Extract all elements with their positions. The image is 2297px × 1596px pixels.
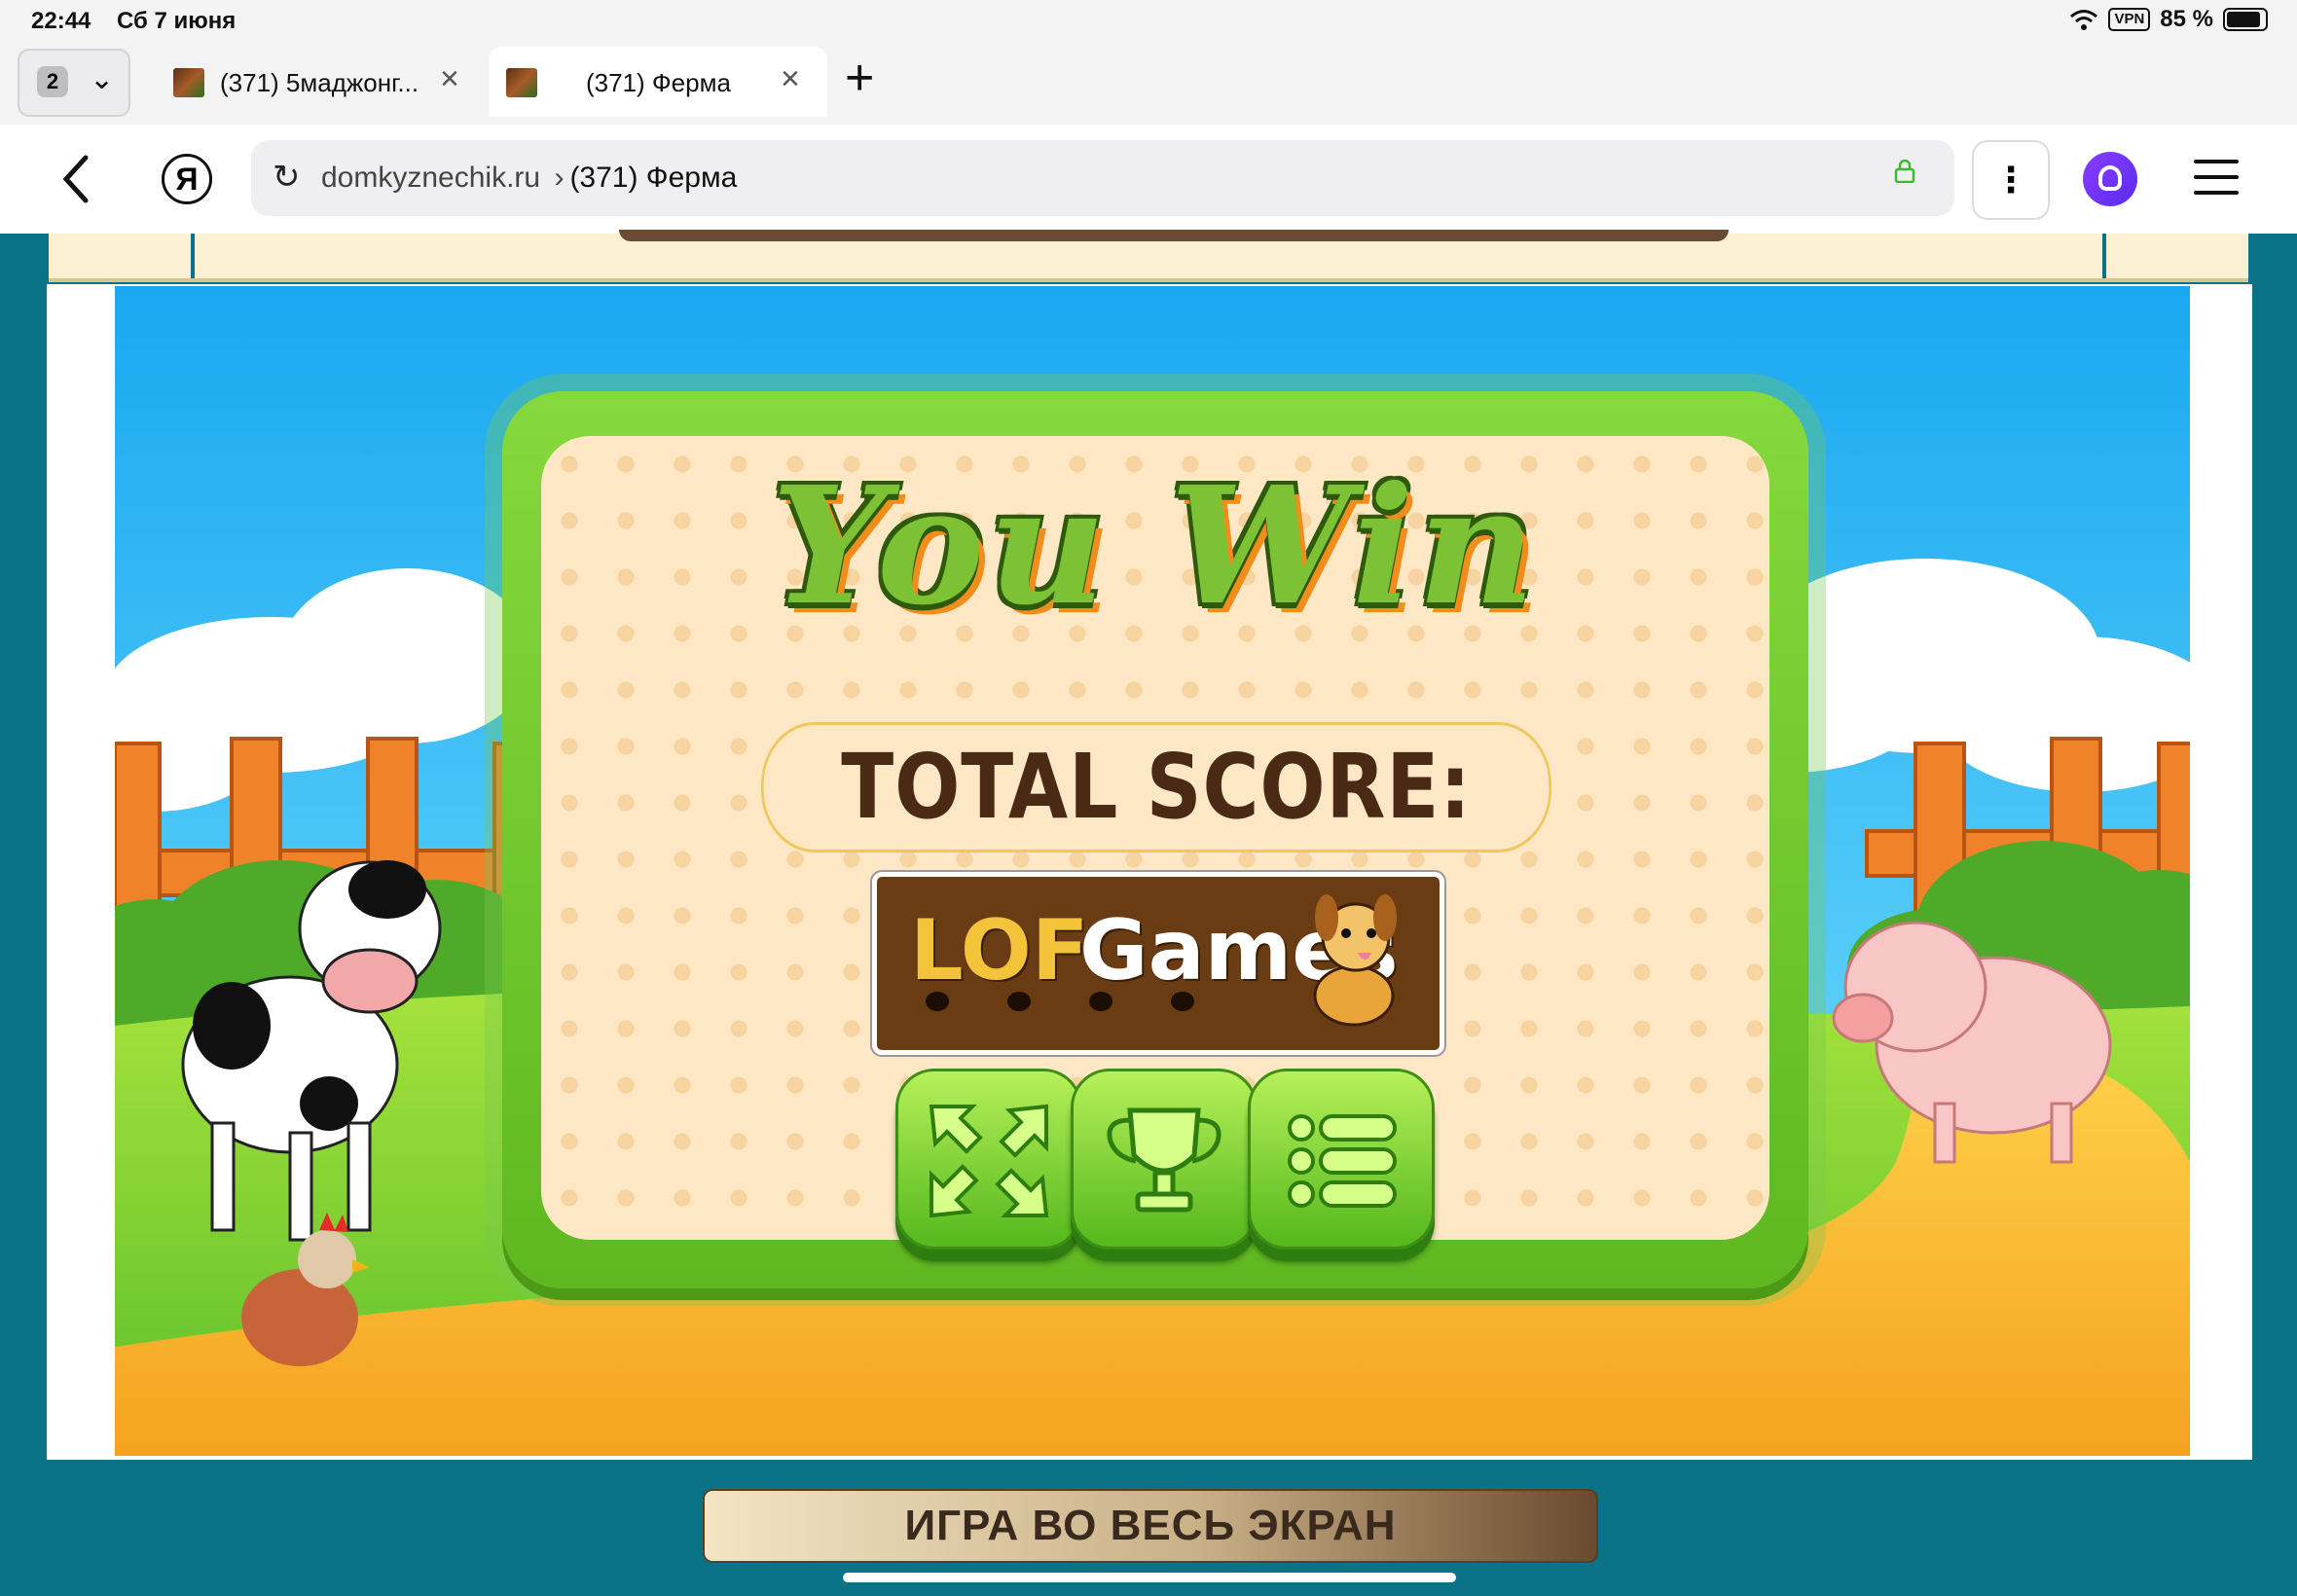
new-tab-icon[interactable]: + xyxy=(845,49,874,107)
list-menu-icon xyxy=(1288,1114,1397,1208)
total-score: TOTAL SCORE: 49650 xyxy=(761,722,1551,963)
url-host: domkyznechik.ru xyxy=(321,162,541,194)
strip-divider xyxy=(191,234,195,278)
score-label: TOTAL SCORE: xyxy=(841,735,1472,839)
status-bar: 22:44 Сб 7 июня VPN 85 % xyxy=(0,0,2297,45)
fullscreen-arrows-icon xyxy=(929,1104,1049,1218)
home-indicator[interactable] xyxy=(843,1573,1456,1582)
url-text: domkyznechik.ru › (371) Ферма xyxy=(321,162,737,195)
more-vertical-icon[interactable]: ⋮ xyxy=(1972,140,2050,220)
hamburger-menu-icon[interactable] xyxy=(2194,160,2239,206)
tab-title: (371) Ферма xyxy=(586,68,731,97)
trophy-icon xyxy=(1107,1107,1221,1213)
wifi-icon xyxy=(2070,10,2098,30)
close-tab-icon[interactable]: × xyxy=(781,60,800,98)
logo-text-lof: LOF xyxy=(910,902,1089,999)
url-field[interactable]: ↻ domkyznechik.ru › (371) Ферма xyxy=(251,140,1954,216)
lofgames-logo[interactable]: LOF Games xyxy=(870,870,1446,1057)
status-indicators: VPN 85 % xyxy=(2069,6,2268,33)
chevron-down-icon: ⌄ xyxy=(90,63,115,95)
tab-count: 2 xyxy=(37,66,68,97)
paw-prints xyxy=(926,992,1194,1011)
fullscreen-button[interactable] xyxy=(895,1069,1082,1250)
dog-mascot-icon xyxy=(1313,894,1397,1027)
tab-title: (371) 5маджонг... xyxy=(220,68,419,97)
favicon-icon xyxy=(506,68,537,97)
battery-percent: 85 % xyxy=(2160,6,2213,32)
leaderboard-button[interactable] xyxy=(1071,1069,1258,1250)
strip-divider xyxy=(2102,234,2106,278)
favicon-icon xyxy=(173,68,204,97)
address-bar: Я ↻ domkyznechik.ru › (371) Ферма ⋮ xyxy=(0,125,2297,234)
lock-icon[interactable] xyxy=(1894,160,1915,183)
vpn-badge: VPN xyxy=(2108,8,2151,31)
tab-ferma-active[interactable]: (371) Ферма × xyxy=(489,47,827,117)
url-separator: › xyxy=(554,162,565,194)
site-banner-edge xyxy=(619,230,1729,241)
site-header-strip xyxy=(49,230,2248,282)
close-tab-icon[interactable]: × xyxy=(440,60,459,98)
win-dialog: You Win TOTAL SCORE: 49650 LOF Games xyxy=(502,391,1808,1288)
date: Сб 7 июня xyxy=(117,8,237,34)
play-fullscreen-button[interactable]: ИГРА ВО ВЕСЬ ЭКРАН xyxy=(703,1489,1598,1563)
alice-assistant-icon[interactable] xyxy=(2083,152,2137,206)
yandex-logo-icon[interactable]: Я xyxy=(162,154,212,204)
you-win-title: You Win xyxy=(771,452,1540,641)
reload-icon[interactable]: ↻ xyxy=(273,158,301,197)
tab-bar: 2 ⌄ (371) 5маджонг... × (371) Ферма × + xyxy=(0,45,2297,125)
levels-menu-button[interactable] xyxy=(1248,1069,1435,1250)
url-page-title: (371) Ферма xyxy=(569,162,738,194)
battery-icon xyxy=(2223,8,2268,31)
clock: 22:44 xyxy=(31,8,91,34)
game-canvas[interactable]: You Win TOTAL SCORE: 49650 LOF Games xyxy=(115,286,2190,1456)
tab-switcher-button[interactable]: 2 ⌄ xyxy=(18,49,130,117)
back-arrow-icon[interactable] xyxy=(56,150,95,208)
tab-mahjong[interactable]: (371) 5маджонг... × xyxy=(158,47,479,117)
